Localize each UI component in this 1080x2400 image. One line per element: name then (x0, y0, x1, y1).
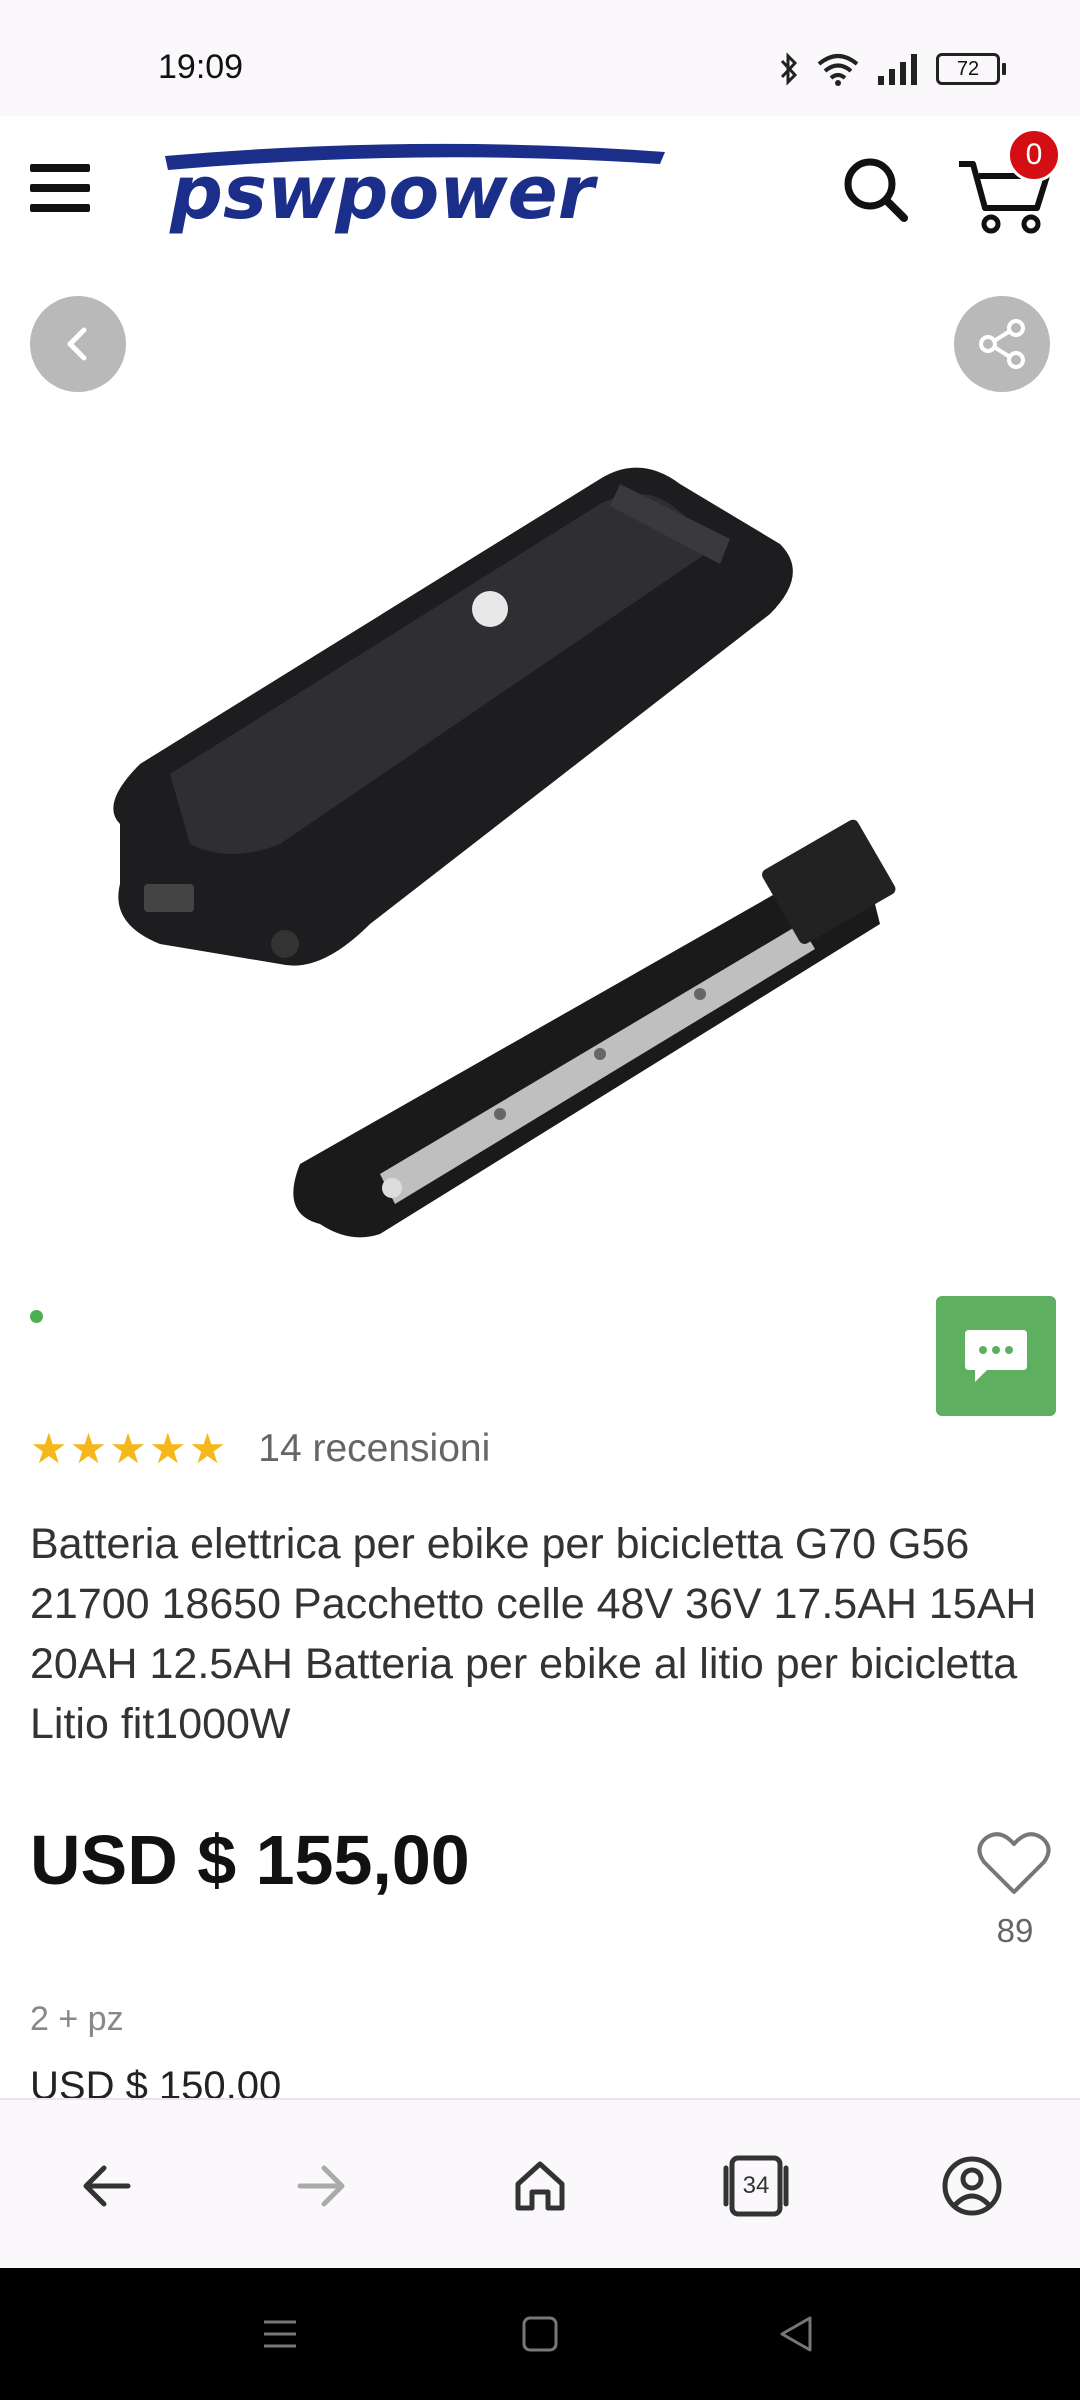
home-icon (515, 2161, 565, 2211)
heart-icon[interactable] (976, 1830, 1052, 1896)
product-title: Batteria elettrica per ebike per bicicle… (30, 1520, 1037, 1748)
product-gallery[interactable] (0, 264, 1080, 1323)
recents-icon[interactable] (258, 2312, 302, 2356)
battery-icon: 72 (936, 53, 1006, 85)
brand-logo[interactable]: pswpower (160, 138, 670, 238)
forward-arrow-icon (297, 2165, 345, 2207)
logo-text: pswpower (169, 150, 599, 236)
menu-icon[interactable] (30, 156, 90, 220)
status-bar: 19:09 72 (0, 0, 1080, 116)
wishlist-count: 89 (996, 1912, 1034, 1949)
account-icon (942, 2156, 1002, 2216)
back-nav-icon[interactable] (774, 2312, 818, 2356)
tier-quantity: 2 + pz (30, 2000, 124, 2038)
chat-button[interactable] (936, 1296, 1056, 1416)
browser-back-button[interactable] (68, 2148, 144, 2224)
product-image[interactable] (80, 444, 980, 1264)
gallery-page-indicator (30, 1310, 43, 1323)
status-time: 19:09 (158, 48, 244, 86)
wifi-icon (817, 54, 859, 86)
reviews-link[interactable]: 14 recensioni (258, 1427, 490, 1471)
share-icon (979, 319, 1025, 369)
bluetooth-icon (780, 52, 798, 86)
browser-account-button[interactable] (934, 2148, 1010, 2224)
browser-forward-button[interactable] (284, 2148, 360, 2224)
chat-icon (965, 1330, 1027, 1382)
chevron-left-icon (67, 327, 87, 361)
site-header: pswpower 0 (0, 116, 1080, 264)
product-price: USD $ 155,00 (30, 1821, 470, 1899)
home-nav-icon[interactable] (518, 2312, 562, 2356)
browser-toolbar: 34 (0, 2098, 1080, 2270)
rating-stars: ★★★★★ (30, 1425, 229, 1472)
browser-home-button[interactable] (502, 2148, 578, 2224)
browser-tabs-button[interactable]: 34 (718, 2148, 794, 2224)
status-icons: 72 (778, 52, 1006, 86)
back-arrow-icon (83, 2165, 131, 2207)
search-icon[interactable] (840, 154, 910, 224)
system-nav-bar (0, 2268, 1080, 2400)
product-rating[interactable]: ★★★★★ 14 recensioni (30, 1424, 490, 1473)
share-button[interactable] (954, 296, 1050, 392)
cart-count-badge: 0 (1007, 128, 1061, 182)
signal-icon (878, 54, 917, 85)
gallery-back-button[interactable] (30, 296, 126, 392)
tabs-count: 34 (742, 2172, 770, 2199)
